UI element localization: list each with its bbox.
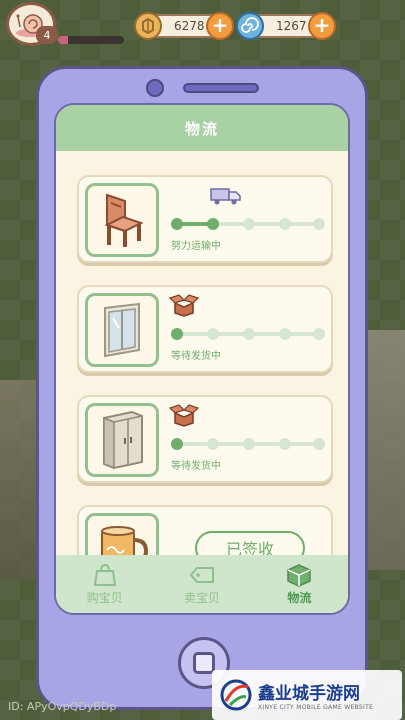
xp-bar: [58, 36, 124, 44]
window-icon: [104, 302, 140, 358]
progress-dot: [171, 438, 183, 450]
gem-value: 1267: [276, 19, 307, 33]
progress-track: [171, 217, 325, 231]
progress-dot: [313, 218, 325, 230]
order-card[interactable]: 努力运输中: [77, 175, 333, 263]
price-tag-icon: [189, 566, 214, 583]
progress-track: [171, 437, 325, 451]
package-box-icon: [287, 563, 312, 587]
player-id: ID: APyOvpQDyBDp: [8, 700, 117, 713]
level-badge: 4: [36, 26, 58, 44]
phone-camera: [146, 79, 164, 97]
xp-bar-fill: [58, 36, 68, 44]
tab-buy[interactable]: 购宝贝: [56, 555, 153, 613]
progress-dot: [171, 218, 183, 230]
order-status: 等待发货中: [171, 351, 221, 362]
progress-dot: [207, 438, 219, 450]
progress-dot: [279, 438, 291, 450]
tab-buy-label: 购宝贝: [86, 590, 123, 605]
tab-logistics[interactable]: 物流: [251, 555, 348, 613]
tab-logistics-label: 物流: [287, 590, 312, 605]
progress-dot: [243, 328, 255, 340]
bolt-decor-icon: ⚡: [315, 14, 331, 39]
item-thumbnail: [85, 293, 159, 367]
phone-speaker: [183, 83, 259, 93]
progress-track: [171, 327, 325, 341]
progress-dot: [243, 438, 255, 450]
background-scenery-left: [0, 380, 40, 580]
watermark-title: 鑫业城手游网: [258, 684, 360, 704]
progress-dot: [313, 438, 325, 450]
open-box-icon: [168, 404, 200, 427]
progress-dot: [279, 328, 291, 340]
screen-title: 物流: [56, 105, 348, 151]
order-status: 努力运输中: [171, 241, 221, 252]
progress-dot: [243, 218, 255, 230]
coin-value: 6278: [174, 19, 205, 33]
bottom-nav: 购宝贝 卖宝贝 物流: [56, 555, 348, 613]
wardrobe-icon: [103, 410, 143, 470]
bolt-decor-icon: ⚡: [212, 14, 228, 39]
delivery-truck-icon: [210, 188, 241, 205]
order-card[interactable]: 等待发货中: [77, 285, 333, 373]
item-thumbnail: [85, 403, 159, 477]
phone-device: 物流 努力运输中 等待发货中 等待发货中 已签收 购宝贝 卖宝贝 物流: [36, 66, 368, 710]
progress-dot: [207, 218, 219, 230]
item-thumbnail: [85, 183, 159, 257]
shopping-bag-icon: [93, 563, 116, 586]
coin-icon: [134, 12, 162, 40]
top-hud: 4 6278 + ⚡ 1267 + ⚡: [0, 0, 405, 60]
swirl-gem-icon: [236, 12, 264, 40]
order-status: 等待发货中: [171, 461, 221, 472]
site-watermark: 鑫业城手游网 XINYE CITY MOBILE GAME WEBSITE: [212, 670, 402, 720]
order-card[interactable]: 等待发货中: [77, 395, 333, 483]
progress-dot: [207, 328, 219, 340]
progress-dot: [313, 328, 325, 340]
open-box-icon: [168, 294, 200, 317]
chair-icon: [104, 193, 144, 247]
progress-dot: [171, 328, 183, 340]
site-logo-icon: [220, 679, 252, 711]
watermark-subtitle: XINYE CITY MOBILE GAME WEBSITE: [258, 704, 374, 711]
progress-dot: [279, 218, 291, 230]
phone-screen: 物流 努力运输中 等待发货中 等待发货中 已签收 购宝贝 卖宝贝 物流: [54, 103, 350, 615]
tab-sell[interactable]: 卖宝贝: [153, 555, 250, 613]
tab-sell-label: 卖宝贝: [183, 590, 220, 605]
